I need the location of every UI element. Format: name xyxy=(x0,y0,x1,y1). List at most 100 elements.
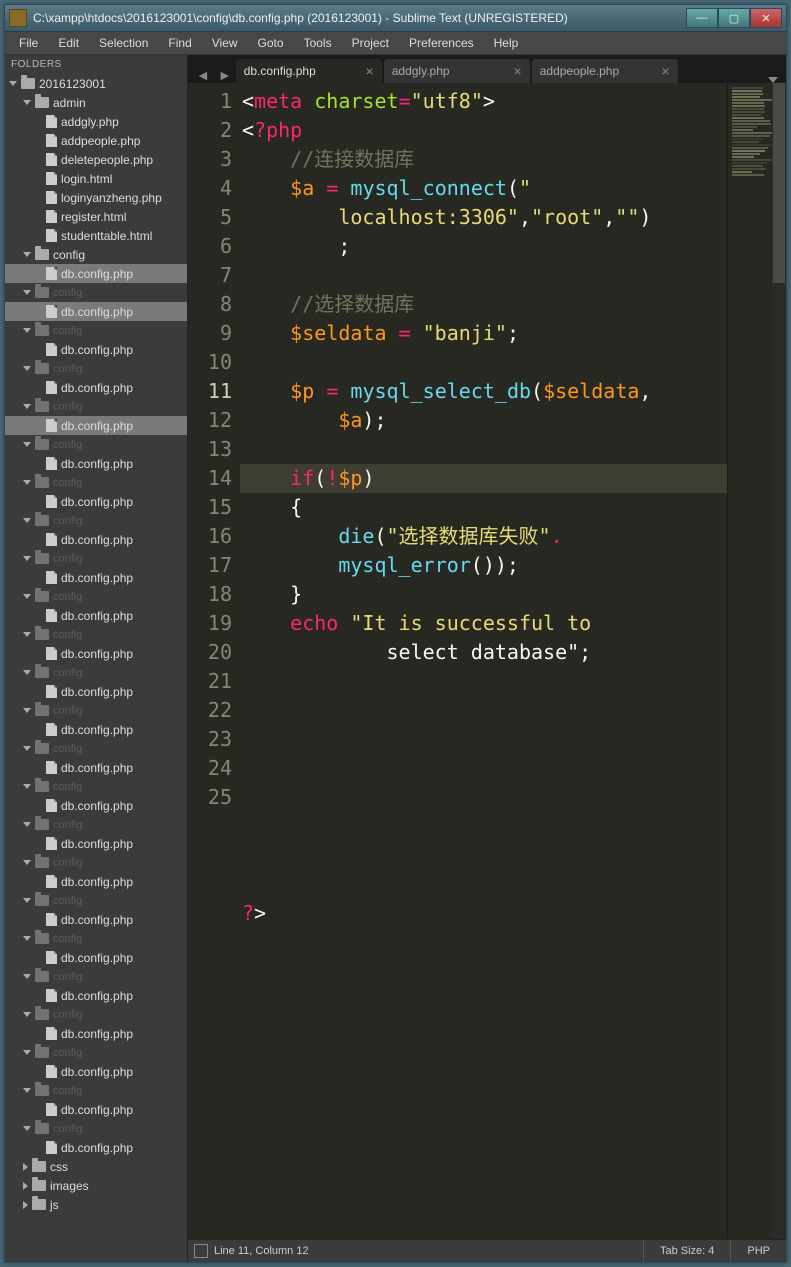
tree-label: db.config.php xyxy=(61,419,133,433)
tree-file[interactable]: db.config.php xyxy=(5,340,187,359)
tree-folder[interactable]: config xyxy=(5,777,187,796)
nav-back-icon[interactable]: ◄ xyxy=(192,67,214,83)
tree-file[interactable]: db.config.php xyxy=(5,1100,187,1119)
tree-file[interactable]: db.config.php xyxy=(5,530,187,549)
tree-folder[interactable]: config xyxy=(5,815,187,834)
tree-file[interactable]: db.config.php xyxy=(5,1138,187,1157)
close-button[interactable]: ✕ xyxy=(750,8,782,28)
tree-file[interactable]: addgly.php xyxy=(5,112,187,131)
menu-project[interactable]: Project xyxy=(342,36,399,50)
tree-file[interactable]: loginyanzheng.php xyxy=(5,188,187,207)
panel-switch-icon[interactable] xyxy=(194,1244,208,1258)
file-icon xyxy=(46,191,57,204)
file-icon xyxy=(46,913,57,926)
folder-tree[interactable]: 2016123001adminaddgly.phpaddpeople.phpde… xyxy=(5,74,187,1262)
tree-file[interactable]: db.config.php xyxy=(5,720,187,739)
folder-icon xyxy=(35,249,49,260)
tree-file[interactable]: db.config.php xyxy=(5,986,187,1005)
tree-file[interactable]: login.html xyxy=(5,169,187,188)
tree-folder[interactable]: config xyxy=(5,967,187,986)
tree-folder[interactable]: config xyxy=(5,1119,187,1138)
tree-file[interactable]: db.config.php xyxy=(5,302,187,321)
tree-folder[interactable]: config xyxy=(5,929,187,948)
status-position[interactable]: Line 11, Column 12 xyxy=(214,1245,643,1257)
tree-file[interactable]: db.config.php xyxy=(5,492,187,511)
tree-folder[interactable]: config xyxy=(5,625,187,644)
tab[interactable]: db.config.php× xyxy=(236,59,382,83)
menu-tools[interactable]: Tools xyxy=(294,36,342,50)
tree-file[interactable]: db.config.php xyxy=(5,682,187,701)
menu-selection[interactable]: Selection xyxy=(89,36,158,50)
tree-file[interactable]: register.html xyxy=(5,207,187,226)
line-gutter[interactable]: 1234567891011121314151617181920212223242… xyxy=(188,83,240,1239)
tree-file[interactable]: db.config.php xyxy=(5,834,187,853)
tree-label: db.config.php xyxy=(61,799,133,813)
tree-folder[interactable]: config xyxy=(5,473,187,492)
tree-folder[interactable]: config xyxy=(5,587,187,606)
menu-preferences[interactable]: Preferences xyxy=(399,36,484,50)
tab-close-icon[interactable]: × xyxy=(366,63,374,79)
nav-fwd-icon[interactable]: ► xyxy=(214,67,236,83)
tree-folder[interactable]: config xyxy=(5,435,187,454)
tab-close-icon[interactable]: × xyxy=(662,63,670,79)
tree-folder[interactable]: config xyxy=(5,1043,187,1062)
tree-file[interactable]: db.config.php xyxy=(5,568,187,587)
tree-file[interactable]: db.config.php xyxy=(5,1062,187,1081)
menu-goto[interactable]: Goto xyxy=(248,36,294,50)
menu-bar: File Edit Selection Find View Goto Tools… xyxy=(5,32,786,55)
tree-file[interactable]: db.config.php xyxy=(5,416,187,435)
tree-folder[interactable]: admin xyxy=(5,93,187,112)
tree-file[interactable]: db.config.php xyxy=(5,872,187,891)
menu-file[interactable]: File xyxy=(9,36,48,50)
tree-folder[interactable]: config xyxy=(5,853,187,872)
tree-folder[interactable]: config xyxy=(5,1081,187,1100)
file-icon xyxy=(46,647,57,660)
menu-view[interactable]: View xyxy=(202,36,248,50)
menu-find[interactable]: Find xyxy=(158,36,201,50)
tree-folder[interactable]: config xyxy=(5,663,187,682)
tree-folder[interactable]: config xyxy=(5,1005,187,1024)
tree-folder[interactable]: images xyxy=(5,1176,187,1195)
tree-file[interactable]: db.config.php xyxy=(5,606,187,625)
tree-file[interactable]: addpeople.php xyxy=(5,131,187,150)
tree-file[interactable]: db.config.php xyxy=(5,796,187,815)
tree-folder[interactable]: config xyxy=(5,511,187,530)
tree-folder[interactable]: js xyxy=(5,1195,187,1214)
minimize-button[interactable]: — xyxy=(686,8,718,28)
scroll-thumb[interactable] xyxy=(773,83,785,283)
status-tabsize[interactable]: Tab Size: 4 xyxy=(643,1240,730,1262)
tree-file[interactable]: db.config.php xyxy=(5,758,187,777)
tree-folder[interactable]: css xyxy=(5,1157,187,1176)
tree-folder[interactable]: 2016123001 xyxy=(5,74,187,93)
tree-file[interactable]: db.config.php xyxy=(5,1024,187,1043)
tree-file[interactable]: db.config.php xyxy=(5,910,187,929)
tree-folder[interactable]: config xyxy=(5,891,187,910)
tree-folder[interactable]: config xyxy=(5,359,187,378)
menu-edit[interactable]: Edit xyxy=(48,36,89,50)
tree-folder[interactable]: config xyxy=(5,739,187,758)
tab[interactable]: addgly.php× xyxy=(384,59,530,83)
vertical-scrollbar[interactable] xyxy=(772,83,786,1239)
tree-file[interactable]: db.config.php xyxy=(5,264,187,283)
tree-file[interactable]: db.config.php xyxy=(5,454,187,473)
code-text[interactable]: <meta charset="utf8"><?php //连接数据库 $a = … xyxy=(240,83,727,1239)
tree-file[interactable]: deletepeople.php xyxy=(5,150,187,169)
tree-folder[interactable]: config xyxy=(5,701,187,720)
tab[interactable]: addpeople.php× xyxy=(532,59,678,83)
tab-close-icon[interactable]: × xyxy=(514,63,522,79)
code-area[interactable]: 1234567891011121314151617181920212223242… xyxy=(188,83,786,1239)
title-bar[interactable]: C:\xampp\htdocs\2016123001\config\db.con… xyxy=(5,5,786,32)
tree-file[interactable]: db.config.php xyxy=(5,948,187,967)
tree-folder[interactable]: config xyxy=(5,283,187,302)
menu-help[interactable]: Help xyxy=(484,36,529,50)
maximize-button[interactable]: ▢ xyxy=(718,8,750,28)
tree-folder[interactable]: config xyxy=(5,321,187,340)
tree-file[interactable]: db.config.php xyxy=(5,378,187,397)
tree-file[interactable]: studenttable.html xyxy=(5,226,187,245)
tree-folder[interactable]: config xyxy=(5,397,187,416)
tree-folder[interactable]: config xyxy=(5,549,187,568)
status-language[interactable]: PHP xyxy=(730,1240,786,1262)
tree-folder[interactable]: config xyxy=(5,245,187,264)
tree-label: studenttable.html xyxy=(61,229,152,243)
tree-file[interactable]: db.config.php xyxy=(5,644,187,663)
